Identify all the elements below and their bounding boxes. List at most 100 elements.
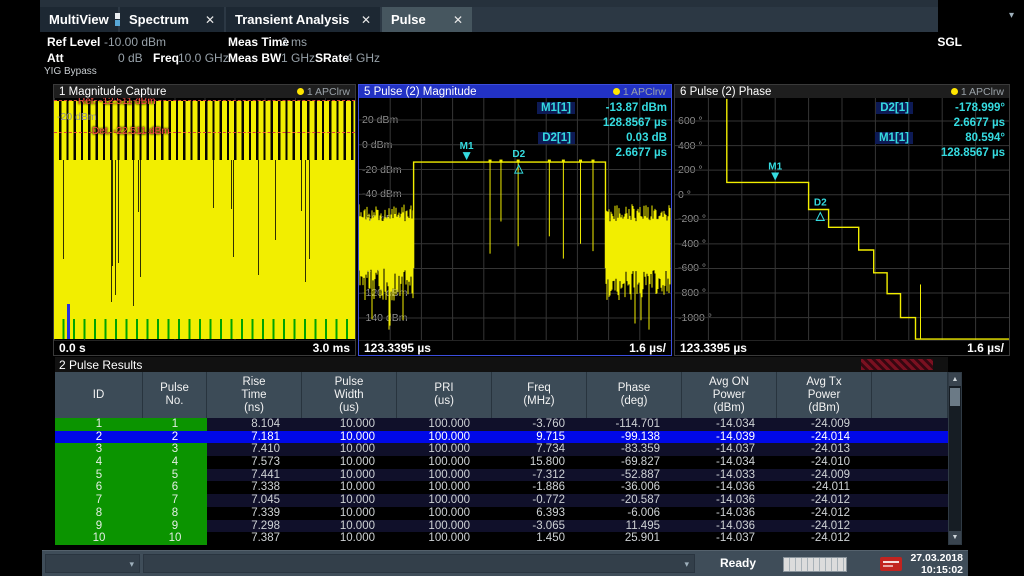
value-cell: -6.006 bbox=[587, 507, 682, 520]
pulse-magnitude-plot[interactable]: 20 dBm0 dBm-20 dBm-40 dBm-60 dBm-80 dBm-… bbox=[359, 98, 671, 340]
tab-label: Pulse bbox=[391, 12, 426, 27]
date-label: 27.03.2018 bbox=[893, 552, 963, 564]
table-row[interactable]: 337.41010.000100.0007.734-83.359-14.037-… bbox=[55, 443, 948, 456]
value-cell: -14.034 bbox=[682, 456, 777, 469]
window-pulse-phase[interactable]: 6 Pulse (2) Phase 1 APClrw 600 °400 °200… bbox=[674, 84, 1010, 356]
table-row[interactable]: 997.29810.000100.000-3.06511.495-14.036-… bbox=[55, 520, 948, 533]
value-cell: -24.009 bbox=[777, 469, 872, 482]
value-cell: -24.012 bbox=[777, 520, 872, 533]
svg-text:M1: M1 bbox=[768, 161, 782, 172]
datetime-display: 27.03.2018 10:15:02 bbox=[893, 552, 963, 576]
table-row[interactable]: 227.18110.000100.0009.715-99.138-14.039-… bbox=[55, 431, 948, 444]
value-cell: 10.000 bbox=[302, 481, 397, 494]
value-cell: 7.338 bbox=[207, 481, 302, 494]
pulse-no-cell: 9 bbox=[143, 520, 207, 533]
column-header[interactable]: Avg TxPower(dBm) bbox=[777, 372, 872, 418]
value-cell: 10.000 bbox=[302, 431, 397, 444]
id-cell: 6 bbox=[55, 481, 143, 494]
table-row[interactable]: 557.44110.000100.000-7.312-52.887-14.033… bbox=[55, 469, 948, 482]
x-start-label: 123.3395 µs bbox=[364, 341, 431, 355]
scroll-up-icon[interactable]: ▲ bbox=[949, 373, 961, 386]
table-row[interactable]: 10107.38710.000100.0001.45025.901-14.037… bbox=[55, 532, 948, 545]
status-dropdown-left[interactable]: ▾ bbox=[45, 554, 140, 573]
table-row[interactable]: 887.33910.000100.0006.393-6.006-14.036-2… bbox=[55, 507, 948, 520]
value-cell: -83.359 bbox=[587, 443, 682, 456]
row-filler bbox=[872, 532, 948, 545]
pulse-no-cell: 5 bbox=[143, 469, 207, 482]
column-header[interactable]: Avg ONPower(dBm) bbox=[682, 372, 777, 418]
value-cell: 100.000 bbox=[397, 431, 492, 444]
close-icon[interactable]: ✕ bbox=[453, 13, 463, 27]
sgl-badge: SGL bbox=[930, 35, 962, 49]
signal-gap bbox=[118, 160, 119, 263]
status-message-dropdown[interactable]: ▾ bbox=[143, 554, 695, 573]
tab-bar: MultiViewSpectrum✕Transient Analysis✕Pul… bbox=[40, 7, 938, 32]
window-pulse-magnitude[interactable]: 5 Pulse (2) Magnitude 1 APClrw 20 dBm0 d… bbox=[358, 84, 672, 356]
window-magnitude-capture[interactable]: 1 Magnitude Capture 1 APClrw Ref. -12.51… bbox=[53, 84, 356, 356]
column-header[interactable]: PRI(us) bbox=[397, 372, 492, 418]
column-header[interactable]: RiseTime(ns) bbox=[207, 372, 302, 418]
column-header[interactable]: Phase(deg) bbox=[587, 372, 682, 418]
value-cell: -14.037 bbox=[682, 443, 777, 456]
srate-label: SRate bbox=[315, 51, 349, 65]
selected-pulse-tick bbox=[67, 304, 70, 339]
close-icon[interactable]: ✕ bbox=[205, 13, 215, 27]
ref-level-label: Ref Level bbox=[47, 35, 100, 49]
close-icon[interactable]: ✕ bbox=[361, 13, 371, 27]
value-cell: -24.012 bbox=[777, 532, 872, 545]
x-axis-bar: 0.0 s 3.0 ms bbox=[54, 340, 355, 355]
pulse-no-cell: 2 bbox=[143, 431, 207, 444]
value-cell: 10.000 bbox=[302, 443, 397, 456]
value-cell: -69.827 bbox=[587, 456, 682, 469]
results-table-header: IDPulseNo.RiseTime(ns)PulseWidth(us)PRI(… bbox=[55, 372, 948, 418]
value-cell: -14.039 bbox=[682, 431, 777, 444]
value-cell: -24.010 bbox=[777, 456, 872, 469]
yig-bypass-label: YIG Bypass bbox=[44, 66, 97, 77]
results-table-body: 118.10410.000100.000-3.760-114.701-14.03… bbox=[55, 418, 948, 545]
tab-spectrum[interactable]: Spectrum ✕ bbox=[120, 7, 224, 32]
table-row[interactable]: 447.57310.000100.00015.800-69.827-14.034… bbox=[55, 456, 948, 469]
column-header[interactable]: PulseNo. bbox=[143, 372, 207, 418]
tab-multiview[interactable]: MultiView bbox=[40, 7, 118, 32]
table-row[interactable]: 118.10410.000100.000-3.760-114.701-14.03… bbox=[55, 418, 948, 431]
scroll-down-icon[interactable]: ▼ bbox=[949, 531, 961, 544]
status-bar: ▾ ▾ Ready 27.03.2018 10:15:02 bbox=[42, 550, 968, 576]
svg-text:M1: M1 bbox=[460, 141, 474, 152]
value-cell: -14.033 bbox=[682, 469, 777, 482]
table-row[interactable]: 777.04510.000100.000-0.772-20.587-14.036… bbox=[55, 494, 948, 507]
id-cell: 10 bbox=[55, 532, 143, 545]
signal-gap bbox=[258, 160, 259, 275]
marker-readout-row: 128.8567 µs bbox=[581, 115, 667, 130]
marker-name: M1[1] bbox=[875, 132, 913, 144]
signal-gap bbox=[111, 160, 112, 302]
tab-pulse[interactable]: Pulse ✕ bbox=[382, 7, 472, 32]
pulse-detection-ticks bbox=[54, 319, 355, 339]
column-header[interactable]: Freq(MHz) bbox=[492, 372, 587, 418]
row-filler bbox=[872, 494, 948, 507]
tab-label: Spectrum bbox=[129, 12, 189, 27]
results-table-titlebar[interactable]: 2 Pulse Results bbox=[55, 357, 948, 372]
chevron-down-icon: ▾ bbox=[684, 559, 689, 570]
tabbar-dropdown-icon[interactable]: ▾ bbox=[1009, 10, 1014, 21]
signal-gap bbox=[301, 160, 302, 211]
column-header[interactable]: ID bbox=[55, 372, 143, 418]
table-row[interactable]: 667.33810.000100.000-1.886-36.006-14.036… bbox=[55, 481, 948, 494]
value-cell: 10.000 bbox=[302, 494, 397, 507]
marker-value: 2.6677 µs bbox=[919, 117, 1005, 129]
pulse-phase-plot[interactable]: 600 °400 °200 °0 °-200 °-400 °-600 °-800… bbox=[675, 98, 1009, 340]
id-cell: 2 bbox=[55, 431, 143, 444]
value-cell: -14.036 bbox=[682, 481, 777, 494]
window-titlebar[interactable]: 1 Magnitude Capture 1 APClrw bbox=[54, 85, 355, 98]
tab-transient-analysis[interactable]: Transient Analysis✕ bbox=[226, 7, 380, 32]
table-scrollbar[interactable]: ▲ ▼ bbox=[948, 372, 962, 545]
scrollbar-thumb[interactable] bbox=[950, 388, 960, 406]
value-cell: 11.495 bbox=[587, 520, 682, 533]
trace1-dot-icon bbox=[951, 88, 958, 95]
column-header[interactable]: PulseWidth(us) bbox=[302, 372, 397, 418]
value-cell: 7.441 bbox=[207, 469, 302, 482]
window-title: 6 Pulse (2) Phase bbox=[680, 86, 771, 98]
x-axis-bar: 123.3395 µs 1.6 µs/ bbox=[675, 340, 1009, 355]
window-titlebar[interactable]: 5 Pulse (2) Magnitude 1 APClrw bbox=[359, 85, 671, 98]
window-titlebar[interactable]: 6 Pulse (2) Phase 1 APClrw bbox=[675, 85, 1009, 98]
magnitude-capture-plot[interactable]: Ref. -12.511 dBm Det. -22.511 dBm -20 dB… bbox=[54, 98, 355, 340]
